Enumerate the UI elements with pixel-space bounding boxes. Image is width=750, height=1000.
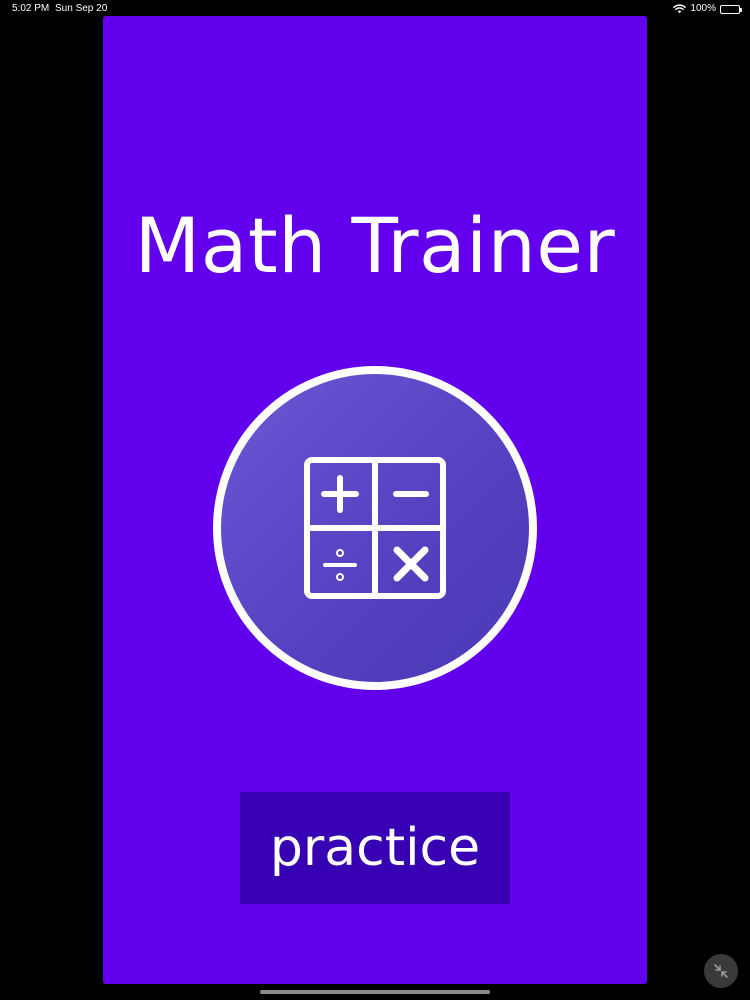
collapse-button[interactable] <box>704 954 738 988</box>
status-time: 5:02 PM <box>12 3 50 14</box>
app-title: Math Trainer <box>134 201 616 290</box>
practice-button[interactable]: practice <box>240 792 510 904</box>
battery-percent: 100% <box>690 3 716 14</box>
home-indicator[interactable] <box>260 990 490 994</box>
wifi-icon <box>673 4 687 14</box>
status-indicators: 100% <box>673 0 742 18</box>
screen: 5:02 PM Sun Sep 20 100% Math Trainer pra… <box>0 0 750 1000</box>
battery-icon <box>720 4 742 14</box>
collapse-arrows-icon <box>704 963 738 979</box>
app-logo <box>213 366 537 690</box>
calculator-operations-icon <box>303 456 447 600</box>
status-date: Sun Sep 20 <box>55 3 108 14</box>
app-window: Math Trainer practice <box>103 16 647 984</box>
